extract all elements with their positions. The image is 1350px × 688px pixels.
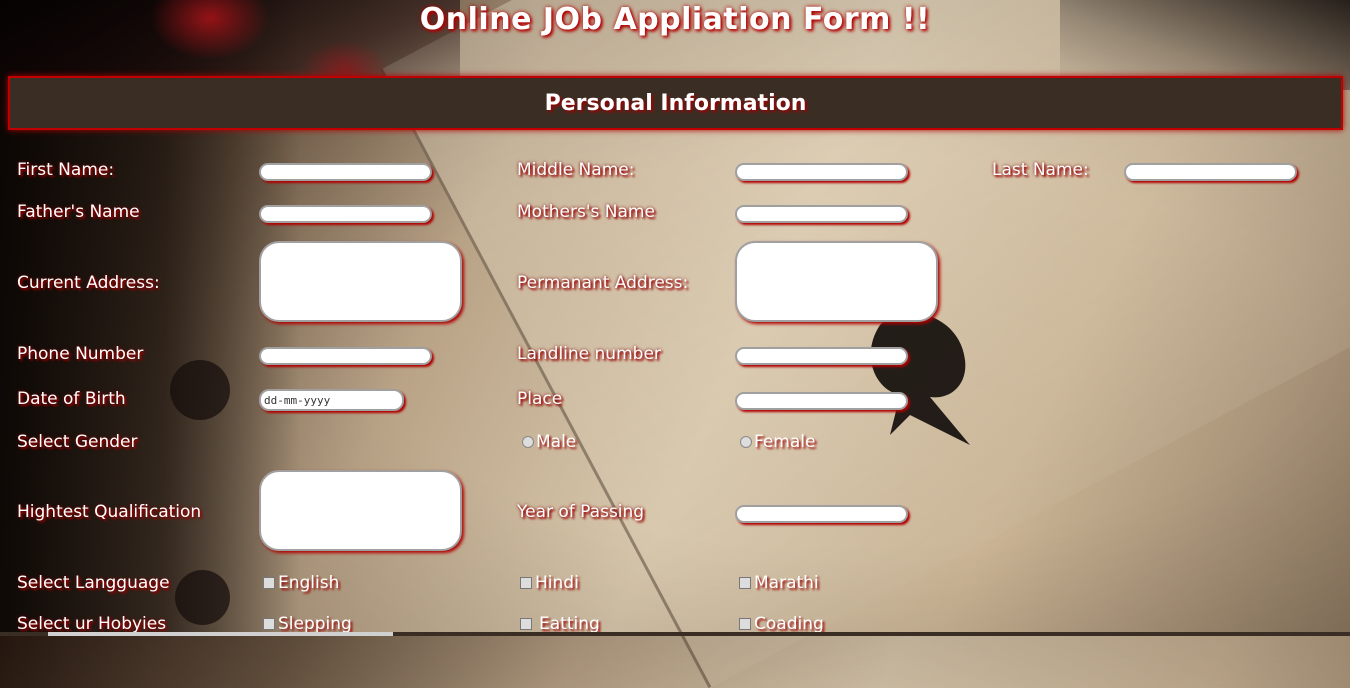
language-option-hindi[interactable]: Hindi (520, 573, 579, 593)
gender-option-female[interactable]: Female (740, 432, 815, 452)
section-header: Personal Information (8, 76, 1343, 130)
language-option-label: Marathi (754, 573, 819, 593)
hobby-option-label: Coading (754, 614, 824, 634)
radio-button[interactable] (740, 436, 752, 448)
middle-name-input[interactable] (735, 163, 908, 181)
gender-label: Select Gender (17, 432, 138, 452)
gender-option-label: Female (754, 432, 816, 452)
horizontal-scrollbar-thumb[interactable] (48, 632, 393, 636)
checkbox[interactable] (739, 577, 751, 589)
section-title: Personal Information (544, 90, 807, 116)
checkbox[interactable] (520, 618, 532, 630)
hobby-option-label: Slepping (278, 614, 352, 634)
place-input[interactable] (735, 392, 908, 410)
background-spade-icon (870, 312, 970, 445)
father-name-label: Father's Name (17, 202, 140, 222)
father-name-input[interactable] (259, 205, 432, 223)
current-address-label: Current Address: (17, 273, 160, 293)
checkbox[interactable] (263, 577, 275, 589)
first-name-label: First Name: (17, 160, 115, 180)
language-label: Select Langguage (17, 573, 170, 593)
phone-label: Phone Number (17, 344, 144, 364)
page-title: Online JOb Appliation Form !! (419, 2, 931, 37)
background-club-icon (170, 360, 230, 420)
checkbox[interactable] (739, 618, 751, 630)
hobby-option-label: Eatting (539, 614, 600, 634)
permanent-address-label: Permanant Address: (517, 273, 689, 293)
radio-button[interactable] (522, 436, 534, 448)
language-option-english[interactable]: English (263, 573, 339, 593)
place-label: Place (517, 389, 563, 409)
hobbies-label: Select ur Hobyies (17, 614, 167, 634)
landline-input[interactable] (735, 347, 908, 365)
first-name-input[interactable] (259, 163, 432, 181)
year-passing-input[interactable] (735, 505, 908, 523)
language-option-label: Hindi (535, 573, 579, 593)
last-name-label: Last Name: (992, 160, 1089, 180)
hobby-option-coading[interactable]: Coading (739, 614, 824, 634)
dob-input[interactable]: dd-mm-yyyy (259, 389, 404, 411)
dob-label: Date of Birth (17, 389, 126, 409)
mother-name-input[interactable] (735, 205, 908, 223)
phone-input[interactable] (259, 347, 432, 365)
gender-option-male[interactable]: Male (522, 432, 576, 452)
landline-label: Landline number (517, 344, 661, 364)
gender-option-label: Male (536, 432, 577, 452)
current-address-textarea[interactable] (259, 241, 462, 322)
qualification-label: Hightest Qualification (17, 502, 202, 522)
hobby-option-eatting[interactable]: Eatting (520, 614, 600, 634)
middle-name-label: Middle Name: (517, 160, 635, 180)
mother-name-label: Mothers's Name (517, 202, 655, 222)
background-club-icon (175, 570, 230, 625)
language-option-marathi[interactable]: Marathi (739, 573, 819, 593)
permanent-address-textarea[interactable] (735, 241, 938, 322)
year-passing-label: Year of Passing (517, 502, 645, 522)
last-name-input[interactable] (1124, 163, 1297, 181)
checkbox[interactable] (520, 577, 532, 589)
language-option-label: English (278, 573, 340, 593)
hobby-option-slepping[interactable]: Slepping (263, 614, 352, 634)
checkbox[interactable] (263, 618, 275, 630)
qualification-textarea[interactable] (259, 470, 462, 551)
